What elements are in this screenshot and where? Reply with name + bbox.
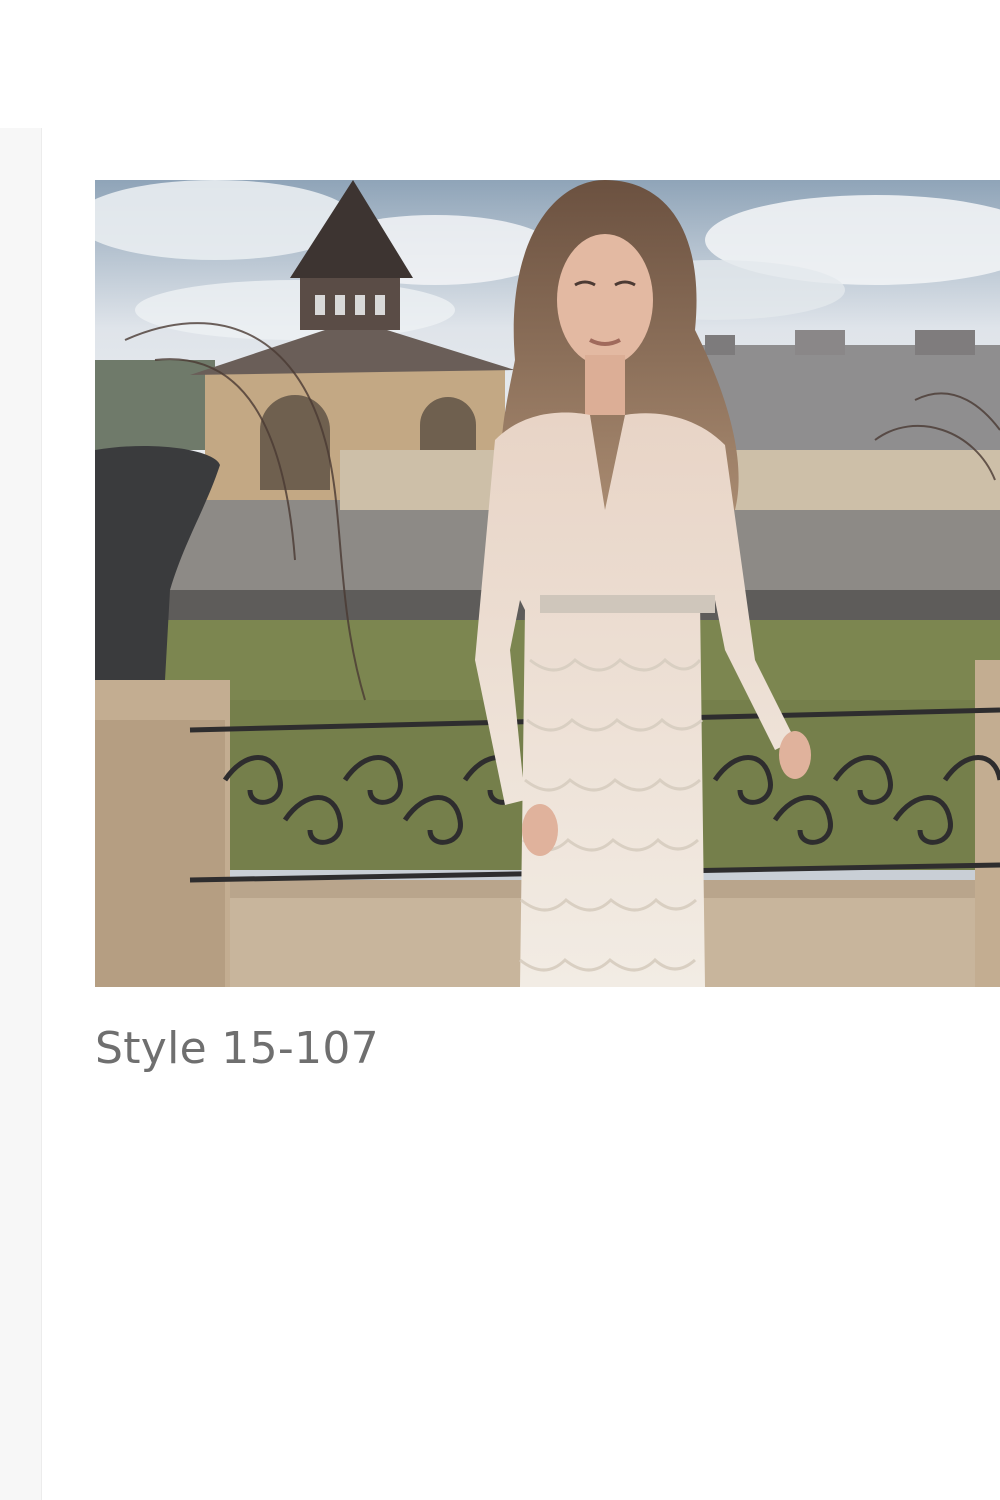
left-sidebar-panel: [0, 128, 42, 1500]
product-photo-illustration: [95, 180, 1000, 987]
page: Style 15-107: [0, 0, 1000, 1500]
product-title[interactable]: Style 15-107: [95, 1023, 1000, 1076]
product-card[interactable]: Style 15-107: [95, 180, 1000, 1076]
product-photo[interactable]: [95, 180, 1000, 987]
